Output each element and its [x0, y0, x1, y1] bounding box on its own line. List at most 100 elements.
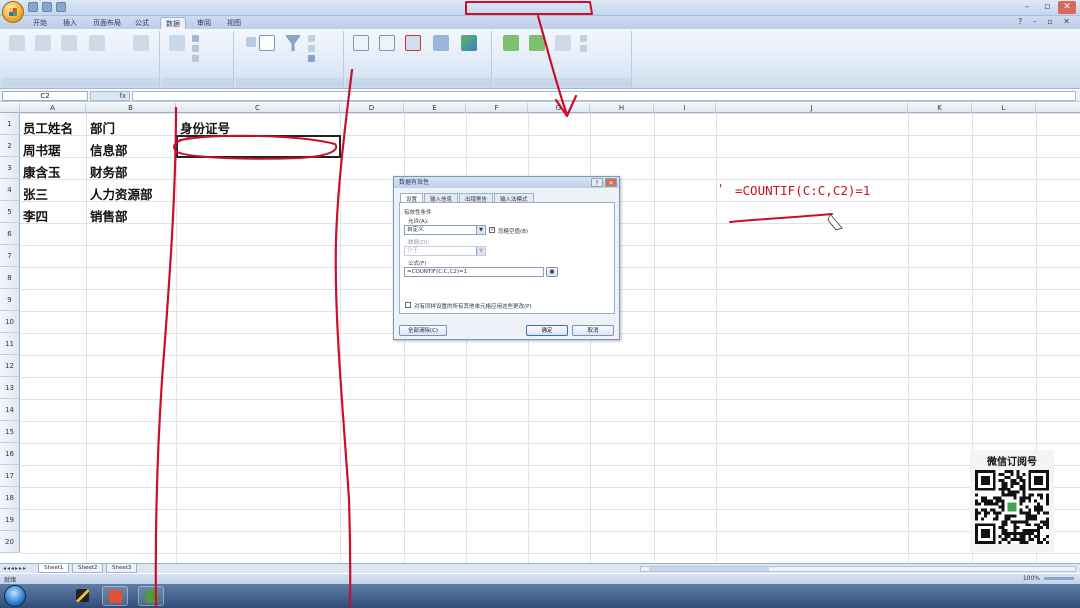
row-header[interactable]: 17: [0, 465, 20, 487]
tab-home[interactable]: 开始: [28, 17, 52, 29]
range-picker-icon[interactable]: ▣: [546, 267, 558, 277]
column-header[interactable]: E: [404, 103, 466, 113]
advanced-filter-button[interactable]: [308, 55, 315, 62]
column-header[interactable]: F: [466, 103, 528, 113]
row-header[interactable]: 13: [0, 377, 20, 399]
consolidate-button[interactable]: [430, 35, 452, 51]
ok-button[interactable]: 确定: [526, 325, 568, 336]
column-header[interactable]: D: [340, 103, 404, 113]
apply-all-checkbox[interactable]: [405, 302, 411, 308]
tab-formulas[interactable]: 公式: [130, 17, 154, 29]
properties-button[interactable]: [192, 45, 199, 52]
from-other-sources-button[interactable]: [86, 35, 108, 51]
fx-icon[interactable]: fx: [90, 91, 130, 101]
row-header[interactable]: 18: [0, 487, 20, 509]
row-header[interactable]: 20: [0, 531, 20, 553]
help-icon[interactable]: ?: [591, 178, 603, 187]
row-header[interactable]: 1: [0, 113, 20, 135]
pen-tool-icon[interactable]: [70, 586, 96, 606]
row-header[interactable]: 15: [0, 421, 20, 443]
cell-b5[interactable]: 销售部: [90, 206, 128, 225]
sheet-tab-3[interactable]: Sheet3: [106, 564, 138, 573]
from-access-button[interactable]: [6, 35, 28, 51]
clear-filter-button[interactable]: [308, 35, 315, 42]
undo-icon[interactable]: [42, 2, 52, 12]
column-header[interactable]: L: [972, 103, 1036, 113]
cell-b4[interactable]: 人力资源部: [90, 184, 153, 203]
edit-links-button[interactable]: [192, 55, 199, 62]
selected-cell-c2[interactable]: [176, 135, 341, 158]
tab-data[interactable]: 数据: [160, 17, 186, 29]
ungroup-button[interactable]: [526, 35, 548, 51]
allow-select[interactable]: 自定义 ▼: [404, 225, 486, 235]
row-header[interactable]: 6: [0, 223, 20, 245]
minimize-icon[interactable]: –: [1018, 1, 1036, 14]
sheet-tab-1[interactable]: Sheet1: [38, 564, 70, 573]
text-to-columns-button[interactable]: [350, 35, 372, 51]
horizontal-scrollbar[interactable]: [640, 566, 1076, 572]
column-header[interactable]: G: [528, 103, 590, 113]
row-header[interactable]: 16: [0, 443, 20, 465]
maximize-icon[interactable]: ▫: [1038, 1, 1056, 14]
cell-b2[interactable]: 信息部: [90, 140, 128, 159]
select-all-corner[interactable]: [0, 103, 20, 113]
cell-a5[interactable]: 李四: [23, 206, 48, 225]
column-header[interactable]: H: [590, 103, 654, 113]
column-header[interactable]: C: [176, 103, 340, 113]
dialog-title-bar[interactable]: 数据有效性 ? ✕: [394, 177, 619, 188]
subtotal-button[interactable]: [552, 35, 574, 51]
sort-button[interactable]: [256, 35, 278, 51]
close-icon[interactable]: ✕: [1058, 1, 1076, 14]
cell-b1[interactable]: 部门: [90, 118, 115, 137]
existing-connections-button[interactable]: [130, 35, 152, 51]
cell-a1[interactable]: 员工姓名: [23, 118, 73, 137]
dialog-close-icon[interactable]: ✕: [605, 178, 617, 187]
row-header[interactable]: 10: [0, 311, 20, 333]
tab-view[interactable]: 视图: [222, 17, 246, 29]
cancel-button[interactable]: 取消: [572, 325, 614, 336]
start-button[interactable]: [4, 585, 26, 607]
row-header[interactable]: 14: [0, 399, 20, 421]
from-text-button[interactable]: [58, 35, 80, 51]
group-button[interactable]: [500, 35, 522, 51]
cell-b3[interactable]: 财务部: [90, 162, 128, 181]
row-header[interactable]: 19: [0, 509, 20, 531]
show-detail-button[interactable]: [580, 35, 587, 42]
row-header[interactable]: 8: [0, 267, 20, 289]
column-header[interactable]: I: [654, 103, 716, 113]
formula-input[interactable]: [132, 91, 1076, 101]
reapply-button[interactable]: [308, 45, 315, 52]
ignore-blank-checkbox[interactable]: ✓: [489, 227, 495, 233]
column-header[interactable]: J: [716, 103, 908, 113]
save-icon[interactable]: [28, 2, 38, 12]
column-header[interactable]: K: [908, 103, 972, 113]
row-header[interactable]: 9: [0, 289, 20, 311]
from-web-button[interactable]: [32, 35, 54, 51]
row-header[interactable]: 2: [0, 135, 20, 157]
column-header[interactable]: A: [20, 103, 86, 113]
tab-page-layout[interactable]: 页面布局: [88, 17, 126, 29]
refresh-all-button[interactable]: [166, 35, 188, 51]
excel-taskbar-icon[interactable]: [138, 586, 164, 606]
row-header[interactable]: 3: [0, 157, 20, 179]
ribbon-window-controls[interactable]: ? – ▫ ✕: [1018, 17, 1074, 26]
redo-icon[interactable]: [56, 2, 66, 12]
filter-icon[interactable]: [282, 35, 304, 51]
office-button[interactable]: [2, 1, 24, 23]
zoom-level[interactable]: 100%: [1023, 575, 1040, 582]
cell-a4[interactable]: 张三: [23, 184, 48, 203]
sheet-tab-2[interactable]: Sheet2: [72, 564, 104, 573]
row-header[interactable]: 4: [0, 179, 20, 201]
remove-duplicates-button[interactable]: [376, 35, 398, 51]
connections-button[interactable]: [192, 35, 199, 42]
row-header[interactable]: 7: [0, 245, 20, 267]
formula-field[interactable]: =COUNTIF(C:C,C2)=1: [404, 267, 544, 277]
what-if-analysis-button[interactable]: [458, 35, 480, 51]
hide-detail-button[interactable]: [580, 45, 587, 52]
sheet-nav-arrows[interactable]: ◂◂◂▸▸▸: [3, 565, 27, 572]
row-header[interactable]: 12: [0, 355, 20, 377]
tab-insert[interactable]: 插入: [58, 17, 82, 29]
row-header[interactable]: 5: [0, 201, 20, 223]
name-box[interactable]: C2: [2, 91, 88, 101]
clear-all-button[interactable]: 全部清除(C): [399, 325, 447, 336]
